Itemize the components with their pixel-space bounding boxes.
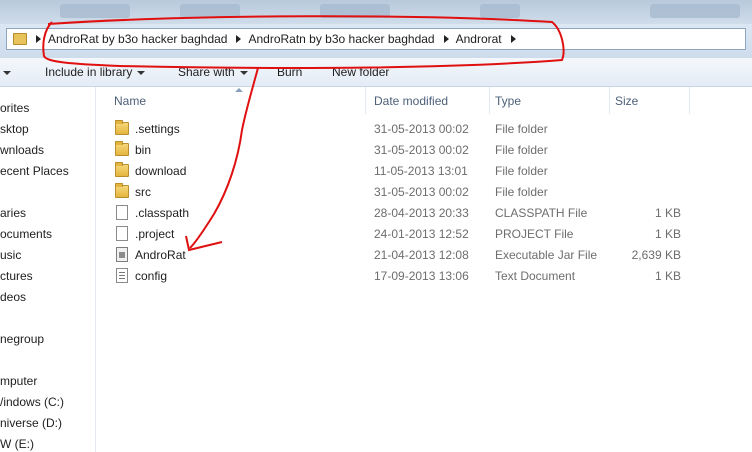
file-type: File folder xyxy=(495,143,548,157)
file-date: 31-05-2013 00:02 xyxy=(374,143,469,157)
include-in-library-label: Include in library xyxy=(45,65,133,79)
file-date: 24-01-2013 12:52 xyxy=(374,227,469,241)
chevron-down-icon xyxy=(137,70,146,75)
file-row[interactable]: .settings 31-05-2013 00:02 File folder xyxy=(96,119,752,140)
file-type: Text Document xyxy=(495,269,576,283)
folder-icon xyxy=(115,141,129,156)
file-row[interactable]: .classpath 28-04-2013 20:33 CLASSPATH Fi… xyxy=(96,203,752,224)
nav-downloads[interactable]: wnloads xyxy=(0,143,44,157)
breadcrumb-item-androrat-root[interactable]: AndroRat by b3o hacker baghdad xyxy=(48,32,227,46)
share-with-button[interactable]: Share with xyxy=(178,65,248,79)
file-type: CLASSPATH File xyxy=(495,206,588,220)
column-divider[interactable] xyxy=(365,87,366,114)
file-name: .settings xyxy=(135,122,180,136)
nav-recent-places[interactable]: ecent Places xyxy=(0,164,69,178)
column-header-name[interactable]: Name xyxy=(114,94,146,108)
file-size: 2,639 KB xyxy=(631,248,681,262)
column-header-row: Name Date modified Type Size xyxy=(96,87,752,114)
file-name: .classpath xyxy=(135,206,190,220)
chevron-right-icon[interactable] xyxy=(443,35,449,43)
blurred-tab xyxy=(650,4,740,18)
nav-homegroup[interactable]: negroup xyxy=(0,332,44,346)
column-header-type[interactable]: Type xyxy=(495,94,521,108)
column-header-date-modified[interactable]: Date modified xyxy=(374,94,448,108)
breadcrumb-item-androrat[interactable]: Androrat xyxy=(456,32,502,46)
command-bar: Include in library Share with Burn New f… xyxy=(0,58,752,87)
jar-file-icon xyxy=(116,247,128,262)
nav-pictures[interactable]: ctures xyxy=(0,269,33,283)
file-name: AndroRat xyxy=(135,248,186,262)
file-size: 1 KB xyxy=(654,206,681,220)
chevron-right-icon[interactable] xyxy=(510,35,516,43)
browser-tab-strip xyxy=(0,0,752,24)
file-icon xyxy=(116,226,128,241)
column-divider[interactable] xyxy=(609,87,610,114)
nav-desktop[interactable]: sktop xyxy=(0,122,29,136)
file-size: 1 KB xyxy=(654,269,681,283)
blurred-tab xyxy=(60,4,130,18)
chevron-down-icon xyxy=(3,70,11,75)
file-type: File folder xyxy=(495,185,548,199)
file-date: 17-09-2013 13:06 xyxy=(374,269,469,283)
nav-videos[interactable]: deos xyxy=(0,290,26,304)
file-row[interactable]: bin 31-05-2013 00:02 File folder xyxy=(96,140,752,161)
file-name: .project xyxy=(135,227,175,241)
nav-drive-c[interactable]: /indows (C:) xyxy=(0,395,64,409)
nav-drive-d[interactable]: niverse (D:) xyxy=(0,416,62,430)
column-header-size[interactable]: Size xyxy=(615,94,638,108)
text-document-icon xyxy=(116,268,128,283)
file-size: 1 KB xyxy=(654,227,681,241)
file-name: src xyxy=(135,185,151,199)
column-divider[interactable] xyxy=(689,87,690,114)
chevron-down-icon xyxy=(239,70,248,75)
file-row[interactable]: AndroRat 21-04-2013 12:08 Executable Jar… xyxy=(96,245,752,266)
nav-drive-e[interactable]: W (E:) xyxy=(0,437,34,451)
include-in-library-button[interactable]: Include in library xyxy=(45,65,146,79)
nav-documents[interactable]: ocuments xyxy=(0,227,52,241)
nav-music[interactable]: usic xyxy=(0,248,21,262)
file-type: PROJECT File xyxy=(495,227,574,241)
chevron-right-icon[interactable] xyxy=(36,35,41,43)
blurred-tab xyxy=(480,4,520,18)
file-row[interactable]: src 31-05-2013 00:02 File folder xyxy=(96,182,752,203)
nav-favorites[interactable]: orites xyxy=(0,101,29,115)
file-row[interactable]: config 17-09-2013 13:06 Text Document 1 … xyxy=(96,266,752,287)
file-date: 28-04-2013 20:33 xyxy=(374,206,469,220)
navigation-pane: orites sktop wnloads ecent Places aries … xyxy=(0,87,96,452)
chevron-right-icon[interactable] xyxy=(236,35,242,43)
file-date: 31-05-2013 00:02 xyxy=(374,185,469,199)
file-date: 21-04-2013 12:08 xyxy=(374,248,469,262)
file-row[interactable]: .project 24-01-2013 12:52 PROJECT File 1… xyxy=(96,224,752,245)
breadcrumb-item-androratn[interactable]: AndroRatn by b3o hacker baghdad xyxy=(248,32,434,46)
address-bar-area: AndroRat by b3o hacker baghdad AndroRatn… xyxy=(0,24,752,58)
share-with-label: Share with xyxy=(178,65,235,79)
file-name: download xyxy=(135,164,187,178)
file-name: bin xyxy=(135,143,152,157)
file-icon xyxy=(116,205,128,220)
blurred-tab xyxy=(180,4,240,18)
sort-ascending-icon xyxy=(235,88,243,92)
burn-button[interactable]: Burn xyxy=(277,65,302,79)
file-type: Executable Jar File xyxy=(495,248,598,262)
file-type: File folder xyxy=(495,164,548,178)
column-divider[interactable] xyxy=(489,87,490,114)
nav-computer[interactable]: mputer xyxy=(0,374,37,388)
new-folder-button[interactable]: New folder xyxy=(332,65,389,79)
file-type: File folder xyxy=(495,122,548,136)
file-date: 31-05-2013 00:02 xyxy=(374,122,469,136)
folder-icon xyxy=(13,33,27,45)
organize-button[interactable] xyxy=(0,65,11,79)
file-name: config xyxy=(135,269,168,283)
nav-libraries[interactable]: aries xyxy=(0,206,26,220)
folder-icon xyxy=(115,120,129,135)
address-bar[interactable]: AndroRat by b3o hacker baghdad AndroRatn… xyxy=(6,28,746,50)
file-date: 11-05-2013 13:01 xyxy=(374,164,468,178)
folder-icon xyxy=(115,183,129,198)
folder-icon xyxy=(115,162,129,177)
file-row[interactable]: download 11-05-2013 13:01 File folder xyxy=(96,161,752,182)
blurred-tab xyxy=(320,4,390,18)
